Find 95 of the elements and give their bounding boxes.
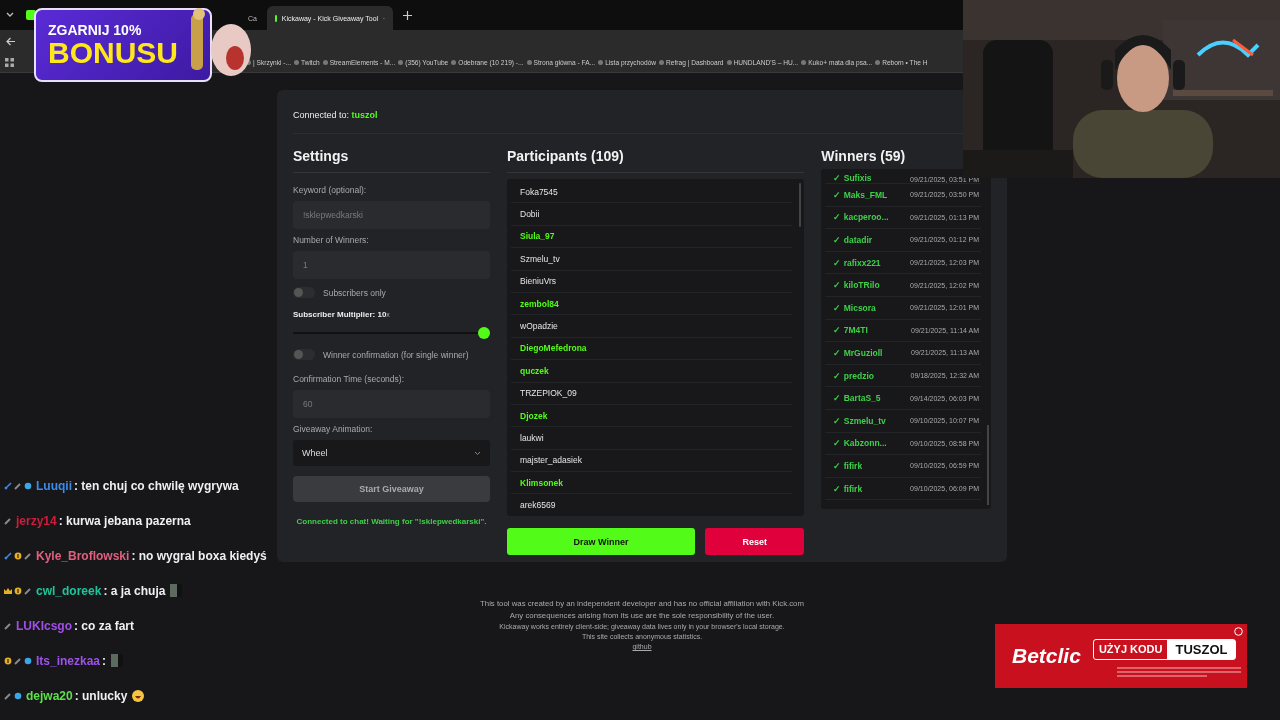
crown-badge-icon bbox=[4, 586, 12, 595]
gem-badge-icon bbox=[14, 691, 22, 700]
participant-name: Szmelu_tv bbox=[511, 248, 793, 271]
chat-username[interactable]: Its_inezkaa bbox=[36, 653, 101, 668]
coin-badge-icon bbox=[14, 586, 22, 595]
pen-badge-icon bbox=[14, 481, 22, 490]
chat-username[interactable]: dejwa20 bbox=[26, 688, 73, 703]
field-label: Giveaway Animation: bbox=[293, 424, 374, 434]
participant-name: Siula_97 bbox=[511, 225, 793, 249]
scrollbar[interactable] bbox=[987, 425, 989, 505]
winner-name: ✓ fifirk bbox=[833, 483, 863, 494]
participant-name: BieniuVrs bbox=[511, 270, 793, 293]
promo-headline: BONUSU bbox=[48, 38, 179, 68]
gem-badge-icon bbox=[24, 481, 32, 490]
code-label: UŻYJ KODU bbox=[1097, 641, 1164, 657]
emote-icon bbox=[170, 584, 183, 597]
chat-username[interactable]: LUKIcsgo bbox=[16, 618, 72, 633]
winner-name: ✓ BartaS_5 bbox=[833, 393, 881, 404]
winner-name: ✓ Szmelu_tv bbox=[833, 415, 886, 426]
draw-winner-button[interactable]: Draw Winner bbox=[507, 528, 695, 555]
confirmation-time-field[interactable]: 60 bbox=[293, 390, 490, 418]
chat-message: : ten chuj co chwilę wygrywa bbox=[74, 478, 239, 493]
winner-name: ✓ datadir bbox=[833, 235, 873, 245]
chat-username[interactable]: Kyle_Broflowski bbox=[36, 548, 130, 563]
participant-name: TRZEPIOK_09 bbox=[511, 382, 793, 405]
winner-name: ✓ MrGuzioll bbox=[833, 347, 883, 358]
chat-status-message: Connected to chat! Waiting for "!sklepwedkarski". bbox=[295, 516, 488, 528]
caret-icon bbox=[474, 450, 481, 456]
field-label: Number of Winners: bbox=[293, 235, 370, 245]
toggle-label: Subscribers only bbox=[323, 287, 386, 298]
winner-name: ✓ Kabzonn... bbox=[833, 438, 887, 449]
chat-message: : a ja chuja bbox=[103, 583, 166, 598]
age-rating-icon bbox=[1234, 627, 1243, 636]
participant-name: Foka7545 bbox=[511, 181, 793, 204]
animation-dropdown[interactable]: Wheel bbox=[293, 440, 490, 466]
winners-count-field[interactable]: 1 bbox=[293, 251, 490, 279]
slider-thumb[interactable] bbox=[478, 327, 490, 339]
toggle-switch[interactable] bbox=[293, 349, 315, 360]
toggle-switch[interactable] bbox=[293, 287, 315, 298]
new-tab-icon[interactable] bbox=[402, 10, 412, 20]
sword-badge-icon bbox=[4, 481, 12, 490]
chat-message: : unlucky bbox=[74, 688, 128, 703]
winner-name: ✓ 7M4TI bbox=[833, 325, 868, 336]
pen-badge-icon bbox=[4, 621, 12, 630]
reset-button[interactable]: Reset bbox=[705, 528, 805, 555]
field-label: Keyword (optional): bbox=[293, 185, 368, 195]
chat-message: : kurwa jebana pazerna bbox=[58, 513, 191, 528]
participants-title: Participants (109) bbox=[507, 134, 805, 173]
chat-username[interactable]: cwl_doreek bbox=[36, 583, 102, 598]
participant-name: wOpadzie bbox=[511, 315, 793, 338]
promo-text: ZGARNIJ 10% bbox=[48, 22, 143, 38]
sword-badge-icon bbox=[4, 551, 12, 560]
chat-message: : co za fart bbox=[74, 618, 135, 633]
participant-name: Djozek bbox=[511, 404, 793, 428]
gem-badge-icon bbox=[24, 656, 32, 665]
promo-code: TUSZOL bbox=[1167, 639, 1236, 659]
laughing-emoji-icon bbox=[132, 689, 145, 702]
pen-badge-icon bbox=[24, 551, 32, 560]
participant-name: quczek bbox=[511, 360, 793, 383]
participant-name: zembol84 bbox=[511, 292, 793, 316]
participant-name: Dobii bbox=[511, 203, 793, 226]
tab-favicon-icon bbox=[274, 14, 277, 22]
winner-name: ✓ kacperoo... bbox=[833, 212, 889, 223]
coin-badge-icon bbox=[4, 656, 12, 665]
coin-badge-icon bbox=[14, 551, 22, 560]
pen-badge-icon bbox=[4, 516, 12, 525]
pen-badge-icon bbox=[24, 586, 32, 595]
pen-badge-icon bbox=[14, 656, 22, 665]
brand-logo: Betclic bbox=[1012, 644, 1081, 668]
pen-badge-icon bbox=[4, 691, 12, 700]
keyword-field[interactable]: !sklepwedkarski bbox=[293, 201, 490, 229]
start-giveaway-button[interactable]: Start Giveaway bbox=[293, 476, 490, 502]
winner-name: ✓ kiloTRilo bbox=[833, 280, 880, 291]
apps-icon[interactable] bbox=[5, 57, 14, 67]
chat-message: : no wygral boxa kiedyś bbox=[131, 548, 267, 563]
winner-name: ✓ rafixx221 bbox=[833, 257, 881, 268]
tab-menu-icon[interactable] bbox=[6, 12, 14, 18]
participant-name: arek6569 bbox=[511, 494, 793, 516]
winner-name: ✓ Maks_FML bbox=[833, 189, 888, 200]
scrollbar[interactable] bbox=[799, 183, 802, 227]
emote-icon bbox=[111, 654, 124, 667]
back-icon[interactable] bbox=[6, 36, 16, 46]
participant-name: DiegoMefedrona bbox=[511, 337, 793, 361]
settings-title: Settings bbox=[293, 134, 490, 173]
winner-name: ✓ fifirk bbox=[833, 460, 863, 471]
winner-name: ✓ predzio bbox=[833, 370, 874, 381]
winner-name: ✓ Sufixis bbox=[833, 173, 872, 183]
chat-username[interactable]: Luuqii bbox=[36, 478, 72, 493]
toggle-label: Winner confirmation (for single winner) bbox=[323, 349, 469, 360]
participant-name: laukwi bbox=[511, 427, 793, 450]
field-label: Confirmation Time (seconds): bbox=[293, 374, 405, 384]
chat-message: : bbox=[102, 653, 107, 668]
participant-name: majster_adasiek bbox=[511, 449, 793, 473]
participant-name: Klimsonek bbox=[511, 472, 793, 495]
winner-name: ✓ Micsora bbox=[833, 302, 876, 313]
